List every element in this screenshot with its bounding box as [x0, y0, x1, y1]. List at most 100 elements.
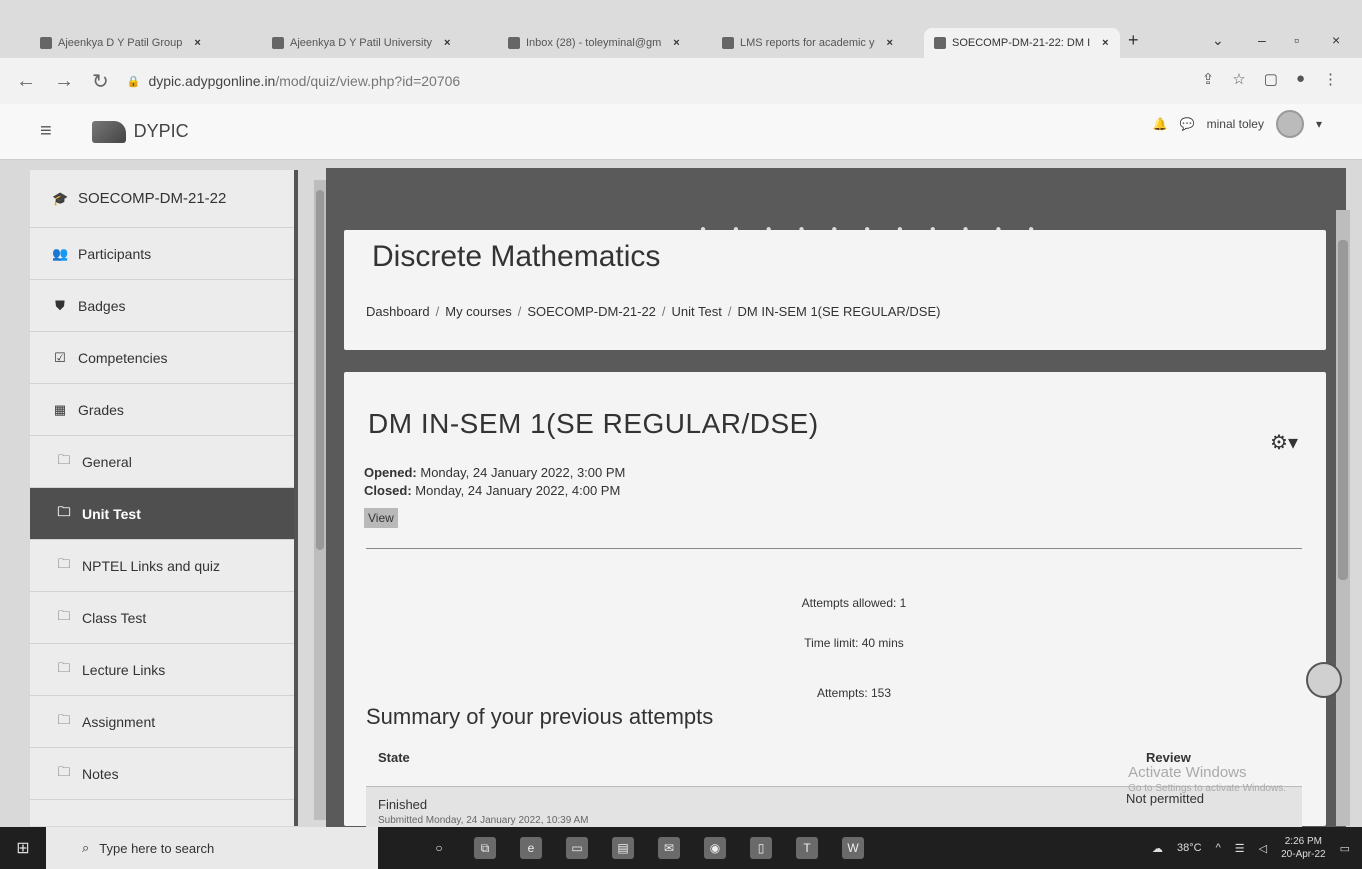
close-tab-icon[interactable]: ×	[673, 37, 679, 49]
browser-tab-3[interactable]: Inbox (28) - toleyminal@gm ×	[498, 28, 708, 58]
brand-name: DYPIC	[133, 121, 189, 141]
hamburger-menu-icon[interactable]: ≡	[40, 120, 52, 143]
new-tab-button[interactable]: +	[1128, 30, 1139, 51]
chevron-down-icon[interactable]: ▾	[1316, 117, 1322, 131]
site-brand[interactable]: DYPIC	[91, 120, 189, 143]
restore-icon[interactable]: ▫	[1294, 32, 1299, 48]
tab-label: Ajeenkya D Y Patil University	[290, 37, 433, 49]
share-icon[interactable]: ⇪	[1202, 70, 1215, 88]
task-view-icon[interactable]: ⧉	[474, 837, 496, 859]
tab-search-icon[interactable]: ⌄	[1212, 32, 1224, 49]
store-icon[interactable]: ▤	[612, 837, 634, 859]
breadcrumb-section[interactable]: Unit Test	[672, 304, 722, 319]
temperature[interactable]: 38°C	[1177, 842, 1202, 854]
word-icon[interactable]: W	[842, 837, 864, 859]
drawer-item-label: Assignment	[82, 713, 156, 730]
close-tab-icon[interactable]: ×	[887, 37, 893, 49]
drawer-item-unit-test[interactable]: 🗀 Unit Test	[30, 488, 294, 540]
drawer-item-label: Lecture Links	[82, 661, 166, 678]
drawer-item-label: General	[82, 453, 132, 470]
chrome-icon[interactable]: ◉	[704, 837, 726, 859]
folder-icon: 🗀	[57, 503, 71, 519]
edge-icon[interactable]: e	[520, 837, 542, 859]
volume-icon[interactable]: ◁	[1259, 842, 1267, 855]
close-tab-icon[interactable]: ×	[194, 37, 200, 49]
minimize-icon[interactable]: –	[1258, 32, 1266, 48]
table-icon: ▦	[53, 401, 67, 417]
close-tab-icon[interactable]: ×	[444, 37, 450, 49]
attempts-count[interactable]: Attempts: 153	[754, 686, 954, 700]
profile-icon[interactable]: ●	[1296, 70, 1305, 88]
time-limit: Time limit: 40 mins	[804, 636, 904, 650]
floating-action-button[interactable]	[1306, 662, 1342, 698]
closed-label: Closed:	[364, 483, 412, 498]
watermark-title: Activate Windows	[1128, 764, 1247, 781]
browser-tab-5[interactable]: SOECOMP-DM-21-22: DM I ×	[924, 28, 1120, 58]
notification-bell-icon[interactable]: 🔔	[1153, 117, 1168, 131]
office-icon[interactable]: ▯	[750, 837, 772, 859]
folder-icon: 🗀	[57, 451, 71, 467]
avatar[interactable]	[1275, 110, 1304, 138]
drawer-item-class-test[interactable]: 🗀 Class Test	[30, 592, 294, 644]
tab-label: Ajeenkya D Y Patil Group	[58, 37, 183, 49]
graduation-cap-icon: 🎓	[52, 190, 69, 206]
table-header-state: State	[378, 750, 410, 765]
watermark-subtitle: Go to Settings to activate Windows.	[1128, 783, 1286, 794]
drawer-item-notes[interactable]: 🗀 Notes	[30, 748, 294, 800]
windows-start-icon[interactable]: ⊞	[0, 838, 46, 858]
browser-tab-4[interactable]: LMS reports for academic y ×	[712, 28, 920, 58]
drawer-item-badges[interactable]: ⛊ Badges	[30, 280, 294, 332]
favicon-icon	[272, 37, 284, 49]
browser-tab-1[interactable]: Ajeenkya D Y Patil Group ×	[30, 28, 258, 58]
network-icon[interactable]: ☰	[1235, 842, 1245, 855]
notifications-icon[interactable]: ▭	[1340, 842, 1350, 855]
main-scroll-thumb[interactable]	[1338, 240, 1348, 580]
browser-menu-icon[interactable]: ⋮	[1323, 70, 1338, 88]
breadcrumb-my-courses[interactable]: My courses	[445, 304, 511, 319]
drawer-item-competencies[interactable]: ☑ Competencies	[30, 332, 294, 384]
drawer-item-lecture-links[interactable]: 🗀 Lecture Links	[30, 644, 294, 696]
tray-expand-icon[interactable]: ^	[1216, 842, 1221, 854]
tab-label: Inbox (28) - toleyminal@gm	[526, 37, 662, 49]
table-header-review: Review	[1146, 750, 1191, 765]
mail-icon[interactable]: ✉	[658, 837, 680, 859]
drawer-item-label: Notes	[82, 765, 119, 782]
drawer-item-participants[interactable]: 👥 Participants	[30, 228, 294, 280]
clock[interactable]: 2:26 PM 20-Apr-22	[1281, 835, 1325, 861]
weather-icon[interactable]: ☁	[1152, 842, 1163, 855]
cortana-icon[interactable]: ○	[428, 837, 450, 859]
bookmark-star-icon[interactable]: ☆	[1232, 70, 1245, 88]
gear-icon[interactable]: ⚙▾	[1270, 430, 1298, 455]
drawer-item-grades[interactable]: ▦ Grades	[30, 384, 294, 436]
breadcrumb-separator: /	[661, 304, 666, 319]
breadcrumb-dashboard[interactable]: Dashboard	[366, 304, 430, 319]
drawer-scrollbar[interactable]	[314, 180, 326, 820]
drawer-item-label: Badges	[78, 297, 126, 314]
forward-icon[interactable]: →	[54, 70, 74, 93]
drawer-item-label: Participants	[78, 245, 152, 262]
view-button[interactable]: View	[364, 508, 398, 528]
drawer-scroll-thumb[interactable]	[316, 190, 324, 550]
closed-value: Monday, 24 January 2022, 4:00 PM	[415, 483, 621, 498]
taskbar-search[interactable]: ⌕ Type here to search	[46, 827, 378, 869]
drawer-item-assignment[interactable]: 🗀 Assignment	[30, 696, 294, 748]
user-name[interactable]: minal toley	[1207, 117, 1264, 131]
drawer-item-nptel[interactable]: 🗀 NPTEL Links and quiz	[30, 540, 294, 592]
close-window-icon[interactable]: ×	[1332, 32, 1340, 48]
browser-tab-2[interactable]: Ajeenkya D Y Patil University ×	[262, 28, 494, 58]
file-explorer-icon[interactable]: ▭	[566, 837, 588, 859]
drawer-course-link[interactable]: 🎓 SOECOMP-DM-21-22	[30, 170, 294, 228]
url-field[interactable]: 🔒 dypic.adypgonline.in/mod/quiz/view.php…	[127, 73, 460, 89]
teams-icon[interactable]: T	[796, 837, 818, 859]
messages-icon[interactable]: 💬	[1180, 117, 1195, 131]
attempt-submitted: Submitted Monday, 24 January 2022, 10:39…	[378, 815, 589, 826]
reload-icon[interactable]: ↻	[92, 69, 109, 94]
breadcrumb-course[interactable]: SOECOMP-DM-21-22	[527, 304, 656, 319]
drawer-item-general[interactable]: 🗀 General	[30, 436, 294, 488]
main-scrollbar[interactable]	[1336, 210, 1350, 826]
side-panel-icon[interactable]: ▢	[1264, 70, 1278, 88]
back-icon[interactable]: ←	[16, 70, 36, 93]
breadcrumb-current[interactable]: DM IN-SEM 1(SE REGULAR/DSE)	[738, 304, 941, 319]
page-title: Discrete Mathematics	[372, 240, 661, 273]
close-tab-icon[interactable]: ×	[1102, 37, 1108, 49]
